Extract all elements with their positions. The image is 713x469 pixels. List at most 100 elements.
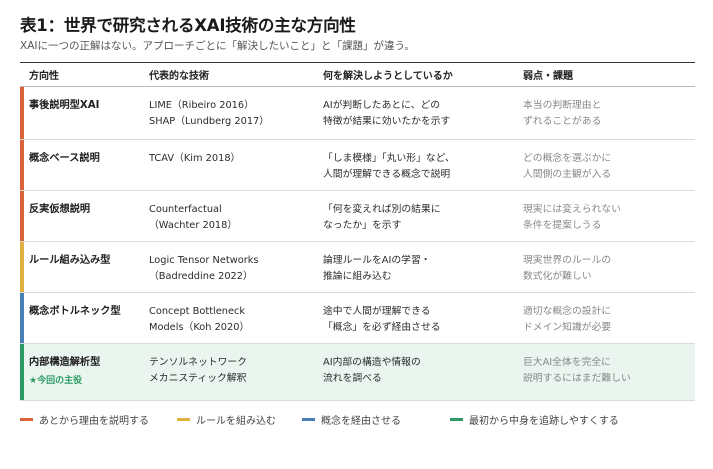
- cell-weakness-line: ずれることがある: [523, 115, 602, 127]
- cell-technique-line: SHAP（Lundberg 2017）: [149, 115, 270, 127]
- cell-technique: TCAV（Kim 2018）: [149, 140, 323, 190]
- cell-goal-line: 「しま模様」「丸い形」など、: [323, 153, 455, 164]
- table-header: 方向性 代表的な技術 何を解決しようとしているか 弱点・課題: [20, 63, 695, 87]
- row-color-bar: [20, 87, 24, 139]
- table-body: 事後説明型XAI LIME（Ribeiro 2016） SHAP（Lundberg …: [20, 87, 695, 401]
- xai-table: 方向性 代表的な技術 何を解決しようとしているか 弱点・課題 事後説明型XAI L…: [20, 62, 695, 401]
- highlight-sublabel: ★今回の主役: [29, 375, 83, 386]
- cell-goal-line: 推論に組み込む: [323, 270, 392, 282]
- page-subtitle: XAIに一つの正解はない。アプローチごとに「解決したいこと」と「課題」が違う。: [20, 40, 415, 52]
- cell-technique-line: Models（Koh 2020）: [149, 321, 250, 333]
- cell-technique-line: （Wachter 2018）: [149, 219, 238, 231]
- cell-direction: 概念ボトルネック型: [20, 293, 149, 343]
- legend-item: 最初から中身を追跡しやすくする: [450, 412, 695, 427]
- legend-item: あとから理由を説明する: [20, 412, 177, 427]
- cell-technique-line: Counterfactual: [149, 204, 222, 215]
- legend-label: 最初から中身を追跡しやすくする: [469, 416, 619, 427]
- cell-technique: LIME（Ribeiro 2016） SHAP（Lundberg 2017）: [149, 87, 323, 139]
- cell-direction: ルール組み込み型: [20, 242, 149, 292]
- cell-weakness: 巨大AI全体を完全に説明するにはまだ難しい: [523, 344, 695, 400]
- cell-weakness-line: どの概念を選ぶかに: [523, 153, 612, 164]
- cell-technique-line: Logic Tensor Networks: [149, 255, 259, 266]
- legend-item: 概念を経由させる: [302, 412, 450, 427]
- legend-label: あとから理由を説明する: [39, 416, 149, 427]
- table-row: 反実仮想説明 Counterfactual （Wachter 2018） 「何を変えれ…: [20, 191, 695, 242]
- cell-weakness-line: 条件を提案しうる: [523, 219, 602, 231]
- cell-direction: 事後説明型XAI: [20, 87, 149, 139]
- direction-label: 内部構造解析型: [29, 357, 101, 368]
- cell-weakness-line: 適切な概念の設計に: [523, 306, 612, 317]
- direction-label: 反実仮想説明: [29, 204, 91, 215]
- cell-goal-line: 途中で人間が理解できる: [323, 306, 431, 317]
- legend-swatch: [177, 418, 190, 421]
- cell-technique-line: （Badreddine 2022）: [149, 270, 253, 282]
- cell-goal: AI内部の構造や情報の 流れを調べる: [323, 344, 523, 400]
- cell-goal-line: AIが判断したあとに、どの: [323, 100, 441, 111]
- cell-weakness: 適切な概念の設計に ドメイン知識が必要: [523, 293, 695, 343]
- page: 表1：世界で研究されるXAI技術の主な方向性 XAIに一つの正解はない。アプロー…: [0, 0, 713, 469]
- cell-goal: 「何を変えれば別の結果に なったか」を示す: [323, 191, 523, 241]
- cell-weakness-line: 現実世界のルールの: [523, 255, 612, 266]
- legend-swatch: [20, 418, 33, 421]
- cell-technique-line: LIME（Ribeiro 2016）: [149, 100, 254, 111]
- legend-label: 概念を経由させる: [321, 416, 401, 427]
- direction-label: 概念ベース説明: [29, 153, 100, 164]
- cell-weakness: 本当の判断理由と ずれることがある: [523, 87, 695, 139]
- legend-item: ルールを組み込む: [177, 412, 302, 427]
- cell-technique-line: TCAV（Kim 2018）: [149, 153, 241, 164]
- row-color-bar: [20, 242, 24, 292]
- row-color-bar: [20, 344, 24, 400]
- cell-direction: 内部構造解析型 ★今回の主役: [20, 344, 149, 400]
- legend-swatch: [450, 418, 463, 421]
- row-color-bar: [20, 293, 24, 343]
- cell-goal-line: 「何を変えれば別の結果に: [323, 204, 441, 215]
- cell-direction: 概念ベース説明: [20, 140, 149, 190]
- cell-weakness-line: 人間側の主観が入る: [523, 168, 612, 180]
- cell-goal-line: 流れを調べる: [323, 372, 382, 384]
- page-title: 表1：世界で研究されるXAI技術の主な方向性: [20, 16, 356, 35]
- direction-label: 概念ボトルネック型: [29, 306, 121, 317]
- header-technique: 代表的な技術: [149, 71, 209, 82]
- cell-technique: Concept Bottleneck Models（Koh 2020）: [149, 293, 323, 343]
- cell-goal-line: 論理ルールをAIの学習・: [323, 255, 431, 266]
- cell-goal-line: 特徴が結果に効いたかを示す: [323, 115, 451, 127]
- header-direction: 方向性: [29, 71, 59, 82]
- cell-direction: 反実仮想説明: [20, 191, 149, 241]
- legend-swatch: [302, 418, 315, 421]
- cell-weakness-line: ドメイン知識が必要: [523, 321, 612, 333]
- direction-label: ルール組み込み型: [29, 255, 111, 266]
- cell-goal-line: なったか」を示す: [323, 219, 402, 231]
- cell-technique: Logic Tensor Networks （Badreddine 2022）: [149, 242, 323, 292]
- cell-goal: 「しま模様」「丸い形」など、 人間が理解できる概念で説明: [323, 140, 523, 190]
- cell-weakness: どの概念を選ぶかに 人間側の主観が入る: [523, 140, 695, 190]
- cell-technique: テンソルネットワーク メカニスティック解釈: [149, 344, 323, 400]
- cell-weakness-line: 説明するにはまだ難しい: [523, 372, 631, 384]
- cell-goal: AIが判断したあとに、どの 特徴が結果に効いたかを示す: [323, 87, 523, 139]
- cell-goal: 途中で人間が理解できる 「概念」を必ず経由させる: [323, 293, 523, 343]
- legend-label: ルールを組み込む: [196, 416, 276, 427]
- cell-weakness-line: 巨大AI全体を完全に: [523, 357, 611, 368]
- table-row: 概念ベース説明 TCAV（Kim 2018） 「しま模様」「丸い形」など、 人間が理解…: [20, 140, 695, 191]
- cell-technique-line: メカニスティック解釈: [149, 372, 247, 384]
- header-weakness: 弱点・課題: [523, 71, 573, 82]
- cell-weakness: 現実世界のルールの 数式化が難しい: [523, 242, 695, 292]
- cell-goal-line: AI内部の構造や情報の: [323, 357, 421, 368]
- cell-technique-line: テンソルネットワーク: [149, 357, 247, 368]
- cell-weakness-line: 現実には変えられない: [523, 204, 621, 215]
- table-row: 概念ボトルネック型 Concept Bottleneck Models（Koh 20…: [20, 293, 695, 344]
- cell-technique-line: Concept Bottleneck: [149, 306, 246, 317]
- row-color-bar: [20, 140, 24, 190]
- table-row: 内部構造解析型 ★今回の主役 テンソルネットワーク メカニスティック解釈 AI内部の構造…: [20, 344, 695, 401]
- cell-weakness-line: 本当の判断理由と: [523, 100, 602, 111]
- cell-technique: Counterfactual （Wachter 2018）: [149, 191, 323, 241]
- legend: あとから理由を説明する ルールを組み込む 概念を経由させる 最初から中身を追跡しやすく…: [20, 412, 695, 427]
- cell-goal: 論理ルールをAIの学習・ 推論に組み込む: [323, 242, 523, 292]
- cell-goal-line: 人間が理解できる概念で説明: [323, 168, 451, 180]
- header-goal: 何を解決しようとしているか: [323, 71, 453, 82]
- cell-weakness: 現実には変えられない 条件を提案しうる: [523, 191, 695, 241]
- direction-label: 事後説明型XAI: [29, 100, 100, 111]
- cell-weakness-line: 数式化が難しい: [523, 270, 592, 282]
- row-color-bar: [20, 191, 24, 241]
- cell-goal-line: 「概念」を必ず経由させる: [323, 321, 441, 333]
- table-row: ルール組み込み型 Logic Tensor Networks （Badreddine…: [20, 242, 695, 293]
